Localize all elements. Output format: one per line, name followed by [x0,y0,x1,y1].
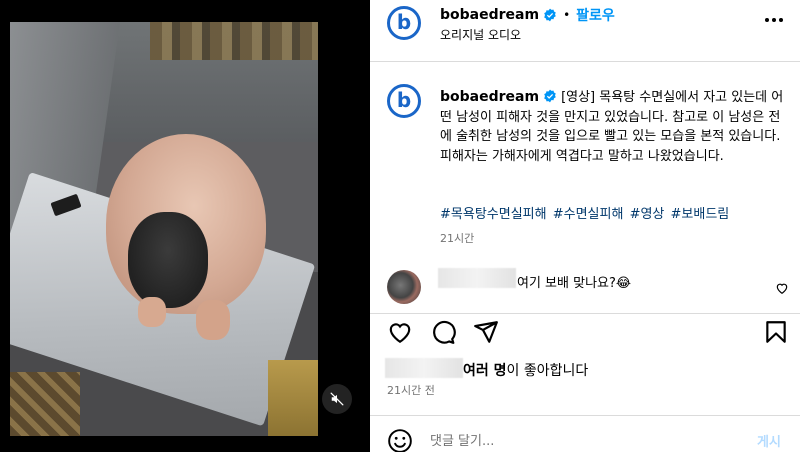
follow-button[interactable]: 팔로우 [576,5,615,25]
video-scene-hand [196,300,230,340]
video-scene-hand [138,297,166,327]
mute-button[interactable] [322,384,352,414]
comment-text: 여기 보배 맞나요?😂 [517,276,632,291]
video-scene-pattern [150,22,318,60]
avatar-letter: b [396,88,412,112]
audio-label[interactable]: 오리지널 오디오 [440,26,521,43]
commenter-name-redacted [438,268,516,288]
likes-summary[interactable]: 여러 명이 좋아합니다 [463,360,588,380]
comment-like-icon[interactable] [775,281,789,295]
avatar-letter: b [396,10,412,34]
verified-badge-icon [544,8,556,22]
comment-input[interactable] [430,430,730,452]
video-frame[interactable] [10,22,318,436]
hashtag-link[interactable]: #영상 [630,207,665,222]
likes-bold: 여러 명 [463,363,507,379]
verified-badge-icon [544,89,556,103]
hashtag-link[interactable]: #수면실피해 [553,207,624,222]
username-link[interactable]: bobaedream [440,7,539,23]
separator-dot: • [563,8,571,22]
likes-rest: 이 좋아합니다 [506,363,589,379]
caption-timestamp: 21시간 [440,232,475,245]
post-timestamp: 21시간 전 [387,384,435,397]
commenter-avatar[interactable] [387,270,421,304]
emoji-icon[interactable] [387,428,413,452]
heart-icon[interactable] [387,319,413,345]
more-options-button[interactable] [762,10,786,30]
post-header: b bobaedream • 팔로우 오리지널 오디오 [370,0,800,62]
speaker-muted-icon [330,392,344,406]
caption-avatar[interactable]: b [387,84,421,118]
comment-composer: 게시 [370,415,800,452]
hashtag-list: #목욕탕수면실피해 #수면실피해 #영상 #보배드림 [440,203,731,222]
hashtag-link[interactable]: #목욕탕수면실피해 [440,207,547,222]
media-viewer [0,0,370,452]
comment-icon[interactable] [430,319,456,345]
video-scene-cushion [268,360,318,436]
bookmark-icon[interactable] [763,319,789,345]
post-comment-button[interactable]: 게시 [757,431,781,450]
post-panel: b bobaedream • 팔로우 오리지널 오디오 b bobaedream… [370,0,800,452]
more-horizontal-icon [765,18,783,22]
hashtag-link[interactable]: #보배드림 [671,207,730,222]
liker-name-redacted [385,358,463,378]
action-bar [370,313,800,348]
send-icon[interactable] [473,319,499,345]
header-user-row: bobaedream • 팔로우 [440,5,615,25]
caption: bobaedream [영상] 목욕탕 수면실에서 자고 있는데 어떤 남성이 … [440,88,790,166]
video-scene-person-head [128,212,208,308]
video-scene-cushion [10,372,80,436]
caption-username[interactable]: bobaedream [440,89,539,105]
profile-avatar[interactable]: b [387,6,421,40]
